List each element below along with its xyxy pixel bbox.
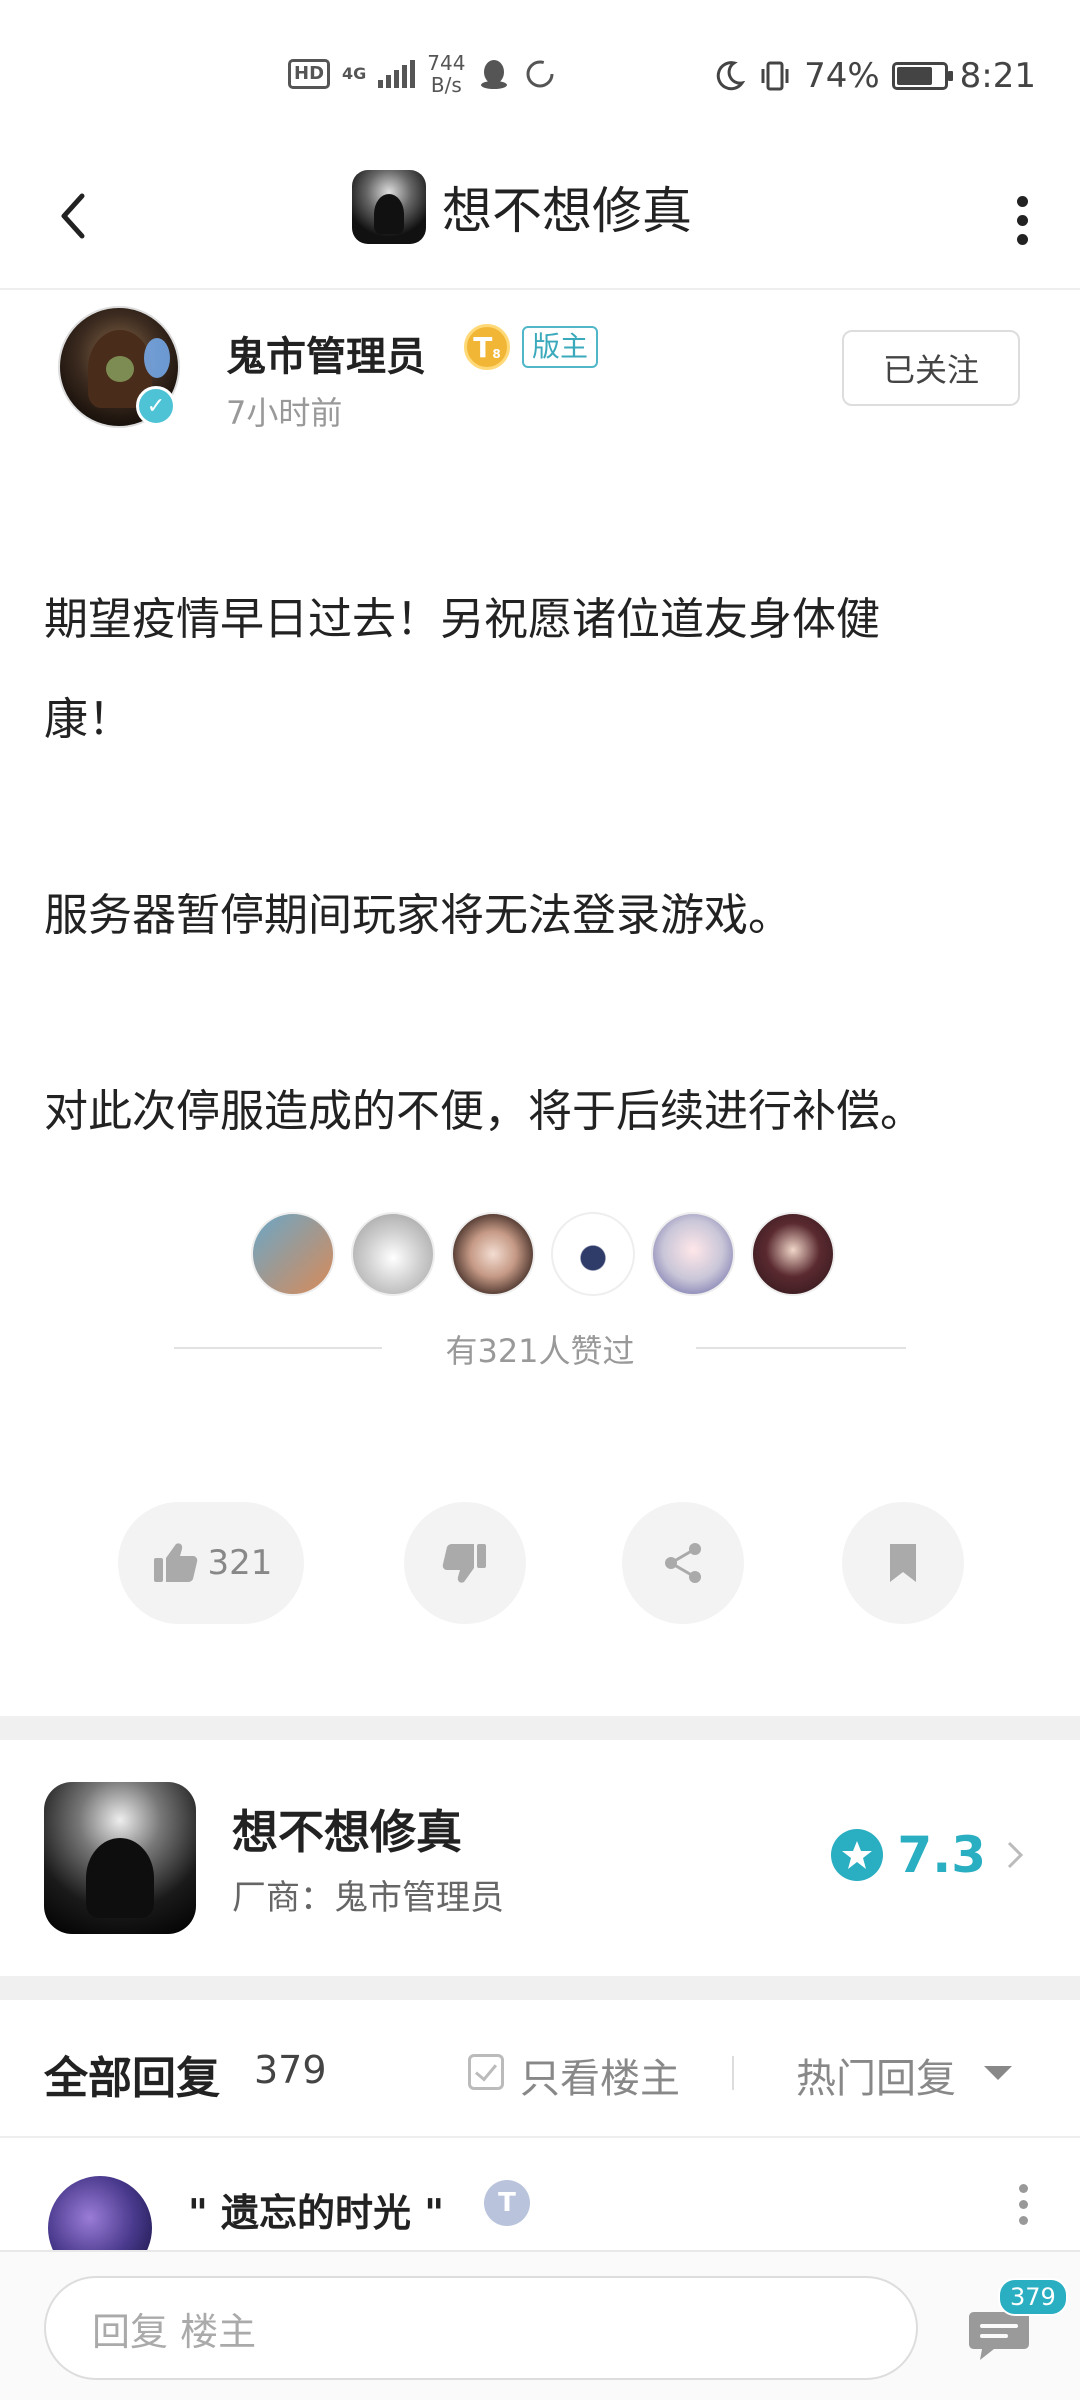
level-badge-letter: T [473, 330, 493, 364]
level-badge-icon: T8 [464, 324, 510, 370]
more-menu-icon[interactable] [1002, 180, 1042, 260]
divider [732, 2056, 734, 2090]
network-speed-unit: B/s [430, 73, 462, 97]
liker-avatar[interactable] [451, 1212, 535, 1296]
post-paragraph: 对此次停服造成的不便，将于后续进行补偿。 [44, 1086, 924, 1137]
author-name[interactable]: 鬼市管理员 [226, 324, 426, 382]
liker-avatar[interactable] [751, 1212, 835, 1296]
dislike-button[interactable] [404, 1502, 526, 1624]
star-icon [831, 1829, 884, 1881]
reply-level-badge-icon: T [484, 2180, 530, 2226]
post-paragraph: 期望疫情早日过去！另祝愿诸位道友身体健 [44, 594, 880, 645]
liker-avatars[interactable] [0, 1212, 1080, 1296]
post-actions: 321 [0, 1502, 1080, 1624]
share-button[interactable] [622, 1502, 744, 1624]
battery-icon [891, 62, 953, 90]
reply-avatar[interactable] [48, 2176, 152, 2250]
thumbs-up-icon [153, 1543, 197, 1582]
level-badge-number: 8 [492, 347, 501, 361]
bottom-reply-bar: 回复 楼主 379 [0, 2250, 1080, 2400]
caret-down-icon[interactable] [984, 2066, 1012, 2080]
liker-avatar[interactable] [551, 1212, 635, 1296]
game-score: 7.3 [897, 1826, 986, 1884]
qq-icon [481, 60, 508, 89]
battery-fill [896, 67, 933, 85]
replies-count: 379 [254, 2048, 327, 2092]
status-left: HD 4G 744 B/s [288, 52, 557, 96]
share-icon [665, 1543, 701, 1583]
post-content: 期望疫情早日过去！另祝愿诸位道友身体健 康！ 服务器暂停期间玩家将无法登录游戏。… [44, 570, 1044, 1162]
game-logo [44, 1782, 196, 1934]
follow-button[interactable]: 已关注 [842, 330, 1020, 406]
sort-dropdown[interactable]: 热门回复 [796, 2046, 956, 2104]
chevron-right-icon [1007, 1841, 1024, 1869]
network-speed: 744 B/s [427, 52, 465, 96]
post-paragraph: 服务器暂停期间玩家将无法登录游戏。 [44, 890, 792, 941]
reply-author-name[interactable]: " 遗忘的时光 " [188, 2182, 444, 2237]
status-bar: HD 4G 744 B/s 74% 8:21 [0, 0, 1080, 150]
thumbs-down-icon [442, 1544, 486, 1583]
section-divider [0, 1976, 1080, 2000]
section-divider [0, 1716, 1080, 1740]
reply-item[interactable]: " 遗忘的时光 " T [0, 2160, 1080, 2250]
network-type: 4G [342, 64, 367, 83]
liker-avatar[interactable] [351, 1212, 435, 1296]
moderator-badge: 版主 [522, 326, 599, 368]
liker-avatar[interactable] [251, 1212, 335, 1296]
likes-count-text: 有321人赞过 [445, 1332, 635, 1370]
author-row: ✓ 鬼市管理员 T8 版主 7小时前 已关注 [0, 306, 1080, 436]
game-vendor: 厂商：鬼市管理员 [232, 1878, 504, 1918]
title-bar: 想不想修真 [0, 150, 1080, 290]
post-paragraph: 康！ [44, 694, 132, 745]
bookmark-button[interactable] [842, 1502, 964, 1624]
hd-indicator: HD [288, 59, 331, 89]
only-op-checkbox[interactable] [468, 2054, 504, 2090]
signal-icon [378, 60, 416, 88]
page-title: 想不想修真 [352, 170, 692, 244]
likes-summary[interactable]: 有321人赞过 [0, 1322, 1080, 1372]
page-title-text: 想不想修真 [442, 182, 692, 240]
game-name: 想不想修真 [232, 1805, 462, 1859]
game-logo-small [352, 170, 426, 244]
moon-icon [716, 61, 746, 91]
replies-header: 全部回复 379 只看楼主 热门回复 [0, 2000, 1080, 2138]
back-icon[interactable] [44, 186, 104, 246]
post-timestamp: 7小时前 [226, 394, 343, 432]
comment-count-badge: 379 [998, 2278, 1068, 2316]
reply-input[interactable]: 回复 楼主 [44, 2276, 918, 2380]
like-button[interactable]: 321 [118, 1502, 304, 1624]
reply-more-icon[interactable] [1019, 2184, 1028, 2225]
game-rating[interactable]: 7.3 [831, 1826, 1030, 1884]
status-right: 74% 8:21 [712, 56, 1036, 96]
clock: 8:21 [959, 56, 1036, 96]
only-op-label[interactable]: 只看楼主 [520, 2046, 680, 2104]
bookmark-icon [890, 1544, 916, 1582]
replies-title: 全部回复 [44, 2053, 220, 2104]
network-speed-value: 744 [427, 51, 466, 75]
sync-icon [526, 60, 554, 88]
game-card[interactable]: 想不想修真 厂商：鬼市管理员 7.3 [0, 1740, 1080, 1976]
battery-percent: 74% [804, 56, 880, 96]
like-count: 321 [207, 1543, 273, 1583]
liker-avatar[interactable] [651, 1212, 735, 1296]
vibrate-icon [761, 61, 789, 91]
verified-check-icon: ✓ [136, 386, 176, 426]
